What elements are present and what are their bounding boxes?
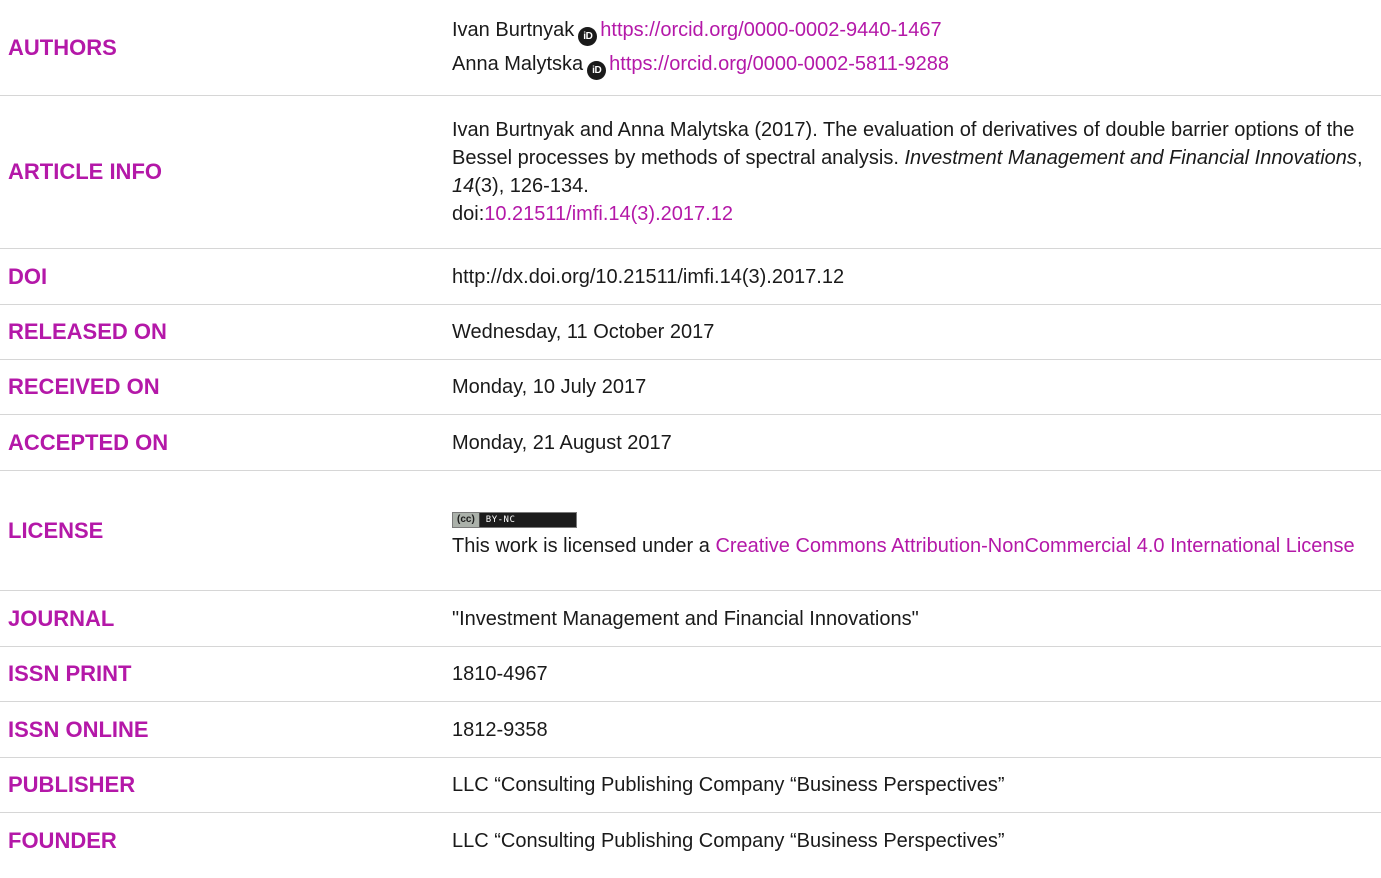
row-founder: FOUNDER LLC “Consulting Publishing Compa…: [0, 813, 1381, 869]
label-accepted: ACCEPTED ON: [8, 429, 169, 455]
authors-list: Ivan Burtnyak iD https://orcid.org/0000-00…: [452, 16, 1381, 80]
label-article-info: ARTICLE INFO: [8, 159, 162, 184]
row-license: LICENSE (cc) BY-NC This work is licensed…: [0, 471, 1381, 591]
citation-journal: Investment Management and Financial Inno…: [904, 147, 1357, 169]
row-article-info: ARTICLE INFO Ivan Burtnyak and Anna Maly…: [0, 96, 1381, 249]
released-value: Wednesday, 11 October 2017: [452, 321, 715, 343]
citation-volume: 14: [452, 175, 475, 197]
label-issn-print: ISSN PRINT: [8, 661, 132, 686]
label-founder: FOUNDER: [8, 828, 117, 853]
row-accepted: ACCEPTED ON Monday, 21 August 2017: [0, 415, 1381, 471]
row-received: RECEIVED ON Monday, 10 July 2017: [0, 360, 1381, 415]
orcid-link[interactable]: https://orcid.org/0000-0002-9440-1467: [600, 19, 941, 41]
journal-value: "Investment Management and Financial Inn…: [452, 607, 919, 630]
row-doi: DOI http://dx.doi.org/10.21511/imfi.14(3…: [0, 249, 1381, 305]
orcid-icon: iD: [587, 60, 607, 80]
label-license: LICENSE: [8, 517, 104, 543]
label-issn-online: ISSN ONLINE: [8, 716, 149, 742]
issn-print-value: 1810-4967: [452, 663, 548, 685]
received-value: Monday, 10 July 2017: [452, 376, 647, 398]
doi-value: http://dx.doi.org/10.21511/imfi.14(3).20…: [452, 265, 845, 288]
label-journal: JOURNAL: [8, 605, 115, 631]
publisher-value: LLC “Consulting Publishing Company “Busi…: [452, 774, 1005, 796]
license-link[interactable]: Creative Commons Attribution-NonCommerci…: [715, 535, 1354, 557]
label-released: RELEASED ON: [8, 319, 167, 344]
cc-by-nc-badge-icon[interactable]: (cc) BY-NC: [452, 511, 577, 528]
author-item: Anna Malytska iD https://orcid.org/0000-00…: [452, 50, 1369, 80]
citation-doi-link[interactable]: 10.21511/imfi.14(3).2017.12: [484, 203, 733, 225]
row-released: RELEASED ON Wednesday, 11 October 2017: [0, 305, 1381, 360]
license-text: This work is licensed under a: [452, 534, 716, 557]
orcid-link[interactable]: https://orcid.org/0000-0002-5811-9288: [609, 53, 949, 75]
author-name: Ivan Burtnyak: [452, 18, 575, 41]
citation-doi-prefix: doi:: [452, 203, 485, 225]
author-name: Anna Malytska: [452, 52, 584, 75]
article-citation: Ivan Burtnyak and Anna Malytska (2017). …: [452, 116, 1381, 228]
label-authors: AUTHORS: [8, 34, 117, 60]
orcid-icon: iD: [578, 26, 598, 46]
citation-issue-pages: (3), 126-134.: [474, 175, 589, 197]
license-content: (cc) BY-NC This work is licensed under a…: [452, 502, 1381, 560]
row-issn-online: ISSN ONLINE 1812-9358: [0, 702, 1381, 758]
founder-value: LLC “Consulting Publishing Company “Busi…: [452, 830, 1005, 852]
label-received: RECEIVED ON: [8, 374, 160, 399]
article-metadata-table: AUTHORS Ivan Burtnyak iD https://orcid.org…: [0, 0, 1381, 869]
cc-logo-icon: (cc): [453, 512, 480, 527]
row-publisher: PUBLISHER LLC “Consulting Publishing Com…: [0, 758, 1381, 813]
issn-online-value: 1812-9358: [452, 718, 548, 741]
row-issn-print: ISSN PRINT 1810-4967: [0, 647, 1381, 702]
row-authors: AUTHORS Ivan Burtnyak iD https://orcid.org…: [0, 0, 1381, 96]
citation-separator: ,: [1356, 147, 1363, 169]
cc-badge-text: BY-NC: [485, 514, 516, 525]
author-item: Ivan Burtnyak iD https://orcid.org/0000-00…: [452, 16, 1369, 46]
accepted-value: Monday, 21 August 2017: [452, 431, 672, 454]
label-publisher: PUBLISHER: [8, 772, 136, 797]
label-doi: DOI: [8, 263, 48, 289]
row-journal: JOURNAL "Investment Management and Finan…: [0, 591, 1381, 647]
